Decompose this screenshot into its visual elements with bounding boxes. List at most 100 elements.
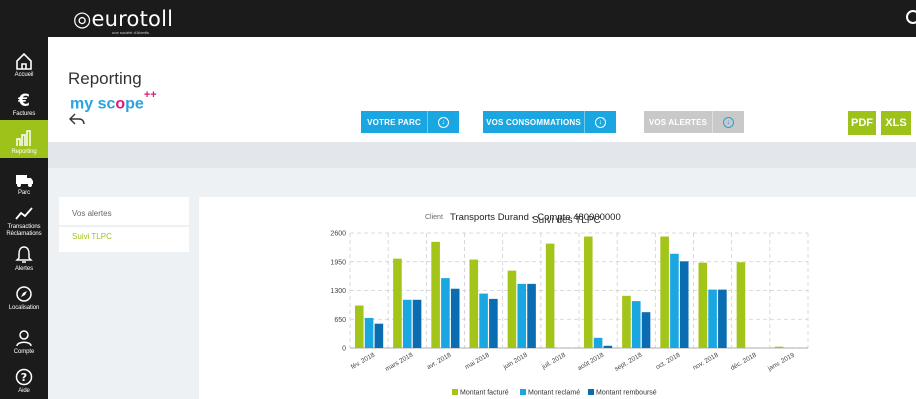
bar-1 [593,337,603,348]
back-arrow-icon[interactable] [69,112,85,126]
sidebar-item-transactions[interactable]: Transactions Réclamations [0,195,48,237]
bell-icon [15,246,33,263]
download-icon-wrap: ↓ [427,111,459,133]
left-menu-item-vos-alertes[interactable]: Vos alertes [72,209,112,218]
bar-0 [736,262,746,348]
trend-line-icon [15,207,33,220]
bar-2 [489,298,498,348]
legend-swatch [520,389,526,395]
legend-swatch [588,389,594,395]
legend-swatch [452,389,458,395]
bar-1 [402,299,412,348]
bar-0 [622,295,631,348]
page-title: Reporting [68,69,142,88]
bar-0 [583,236,593,348]
bar-0 [507,270,517,348]
sidebar-item-label: Transactions Réclamations [6,224,42,237]
tab-votre-parc[interactable]: VOTRE PARC ↓ [361,111,459,133]
left-menu-item-suivi-tlpc[interactable]: Suivi TLPC [72,232,112,241]
top-bar: ◎eurotoll une société d'Abertis [0,0,916,37]
x-tick-label: sept. 2018 [613,351,643,372]
bar-chart-icon [16,130,31,146]
svg-text:€: € [17,91,30,110]
tab-label: VOTRE PARC [367,117,421,127]
x-tick-label: déc. 2018 [730,351,759,372]
truck-icon [16,175,33,187]
bar-1 [670,253,679,348]
y-tick-label: 1950 [330,259,346,266]
eurotoll-logo[interactable]: ◎eurotoll [73,7,173,31]
download-icon-wrap: ↓ [584,111,616,133]
sidebar-item-label: Localisation [8,305,40,311]
bar-1 [479,293,488,348]
tlpc-bar-chart: 0 650 1300 1950 2600 fév. 2018 mars 2018 avr. 2… [330,231,809,397]
export-xls-button[interactable]: XLS [881,111,911,135]
tab-label: VOS ALERTES [648,117,708,127]
x-tick-label: oct. 2018 [655,351,682,371]
bar-2 [603,345,613,348]
sidebar-item-label: Accueil [14,72,34,78]
x-tick-label: août 2018 [577,351,606,372]
bar-0 [545,243,555,348]
bar-2 [412,299,422,348]
brand-plus: ++ [143,89,157,101]
sidebar-item-localisation[interactable]: Localisation [0,276,48,316]
left-menu-divider [59,225,189,227]
help-icon: ? [15,368,33,386]
export-pdf-button[interactable]: PDF [848,111,876,135]
sidebar-item-label: Alertes [15,266,33,272]
svg-text:?: ? [21,371,27,384]
legend-label: Montant reclamé [528,390,580,397]
x-tick-label: avr. 2018 [426,351,453,371]
logo-subtitle: une société d'Abertis [112,30,150,35]
bar-1 [708,289,717,348]
brand-text-a: my sc [70,95,116,113]
bar-2 [679,261,689,348]
client-label: Client [425,214,443,221]
bar-0 [431,241,440,348]
sidebar-item-label: Reporting [11,149,37,155]
x-tick-label: juin 2018 [502,351,530,371]
bar-1 [441,278,450,348]
y-tick-label: 2600 [330,231,346,238]
bar-2 [450,288,460,348]
euro-icon: € [17,91,30,110]
bar-0 [698,262,708,348]
bar-0 [660,236,669,348]
page-header [48,37,916,142]
y-tick-label: 1300 [330,288,346,295]
bar-2 [718,289,727,348]
sidebar-item-label: Factures [12,111,36,117]
bar-2 [527,283,536,348]
bar-2 [641,312,651,348]
sidebar-item-reporting[interactable]: Reporting [0,120,48,158]
sidebar-item-aide[interactable]: ? Aide [0,359,48,399]
bar-1 [364,317,374,348]
x-tick-label: janv. 2019 [766,351,796,373]
arrow-down-circle-icon: ↓ [438,116,449,128]
user-menu-icon[interactable] [906,10,916,24]
arrow-down-circle-icon: ↓ [723,116,734,128]
bar-0 [469,259,479,348]
bar-0 [393,258,402,348]
x-tick-label: fév. 2018 [350,351,377,370]
legend-label: Montant remboursé [596,390,657,397]
myscope-logo: my scope++ [70,89,157,113]
user-icon [16,330,32,347]
x-tick-label: mai 2018 [464,351,491,371]
legend-label: Montant facturé [460,390,509,397]
sidebar: Accueil € Factures Reporting Parc Transa… [0,37,48,399]
tab-vos-consommations[interactable]: VOS CONSOMMATIONS ↓ [483,111,616,133]
tab-label: VOS CONSOMMATIONS [486,117,581,127]
download-icon-wrap: ↓ [712,111,744,133]
home-icon [16,52,32,70]
bar-0 [354,305,364,348]
sidebar-item-accueil[interactable]: Accueil [0,43,48,83]
brand-text-o: o [115,95,126,113]
tab-vos-alertes[interactable]: VOS ALERTES ↓ [644,111,744,133]
sidebar-item-alertes[interactable]: Alertes [0,237,48,277]
bar-1 [631,301,641,348]
sidebar-item-compte[interactable]: Compte [0,320,48,360]
sidebar-item-factures[interactable]: € Factures [0,82,48,122]
x-tick-label: mars 2018 [384,351,414,373]
